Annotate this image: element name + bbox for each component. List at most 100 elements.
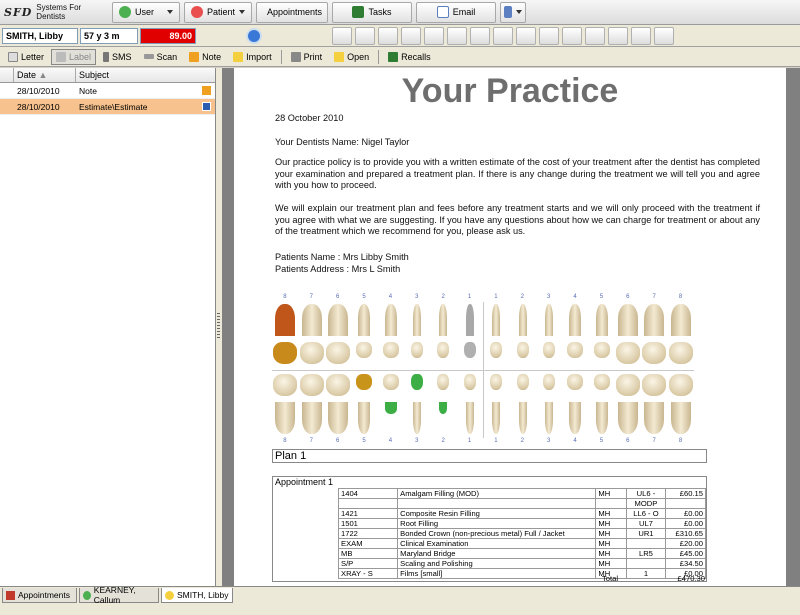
upper-tooth-occlusal[interactable] (437, 342, 450, 358)
medical-icon[interactable] (447, 26, 467, 45)
lower-tooth-side[interactable] (644, 402, 665, 434)
label-button[interactable]: Label (51, 48, 97, 65)
upper-tooth-side[interactable] (644, 304, 665, 336)
upper-tooth-side[interactable] (595, 304, 608, 336)
lower-tooth-occlusal[interactable] (490, 374, 503, 390)
upper-tooth-occlusal[interactable] (490, 342, 503, 358)
upper-tooth-occlusal[interactable] (382, 342, 399, 358)
lower-tooth-occlusal[interactable] (593, 374, 610, 390)
lower-tooth-side[interactable] (544, 402, 553, 434)
upper-tooth-side[interactable] (275, 304, 296, 336)
notes-icon[interactable] (562, 26, 582, 45)
money-icon[interactable] (516, 26, 536, 45)
note-button[interactable]: Note (184, 49, 226, 65)
list-item-selected[interactable]: 28/10/2010 Estimate\Estimate (0, 99, 215, 115)
lower-tooth-occlusal[interactable] (273, 374, 298, 396)
upper-tooth-side[interactable] (518, 304, 527, 336)
scales-icon[interactable] (493, 26, 513, 45)
upper-tooth-occlusal[interactable] (325, 342, 350, 364)
lower-tooth-occlusal[interactable] (642, 374, 667, 396)
import-button[interactable]: Import (228, 49, 277, 65)
upper-tooth-side[interactable] (327, 304, 348, 336)
tooth-chart-icon[interactable] (401, 26, 421, 45)
upper-tooth-side[interactable] (544, 304, 553, 336)
column-header-subject[interactable]: Subject (76, 68, 215, 82)
recalls-button[interactable]: Recalls (383, 49, 436, 65)
upper-tooth-side[interactable] (301, 304, 322, 336)
window-menu-button[interactable] (500, 1, 526, 23)
upper-tooth-occlusal[interactable] (668, 342, 693, 364)
alarm-clock-icon[interactable] (246, 27, 262, 44)
upper-tooth-occlusal[interactable] (411, 342, 424, 358)
tools-icon[interactable] (608, 26, 628, 45)
upper-tooth-side[interactable] (618, 304, 639, 336)
upper-tooth-occlusal[interactable] (593, 342, 610, 358)
scan-button[interactable]: Scan (139, 49, 183, 65)
upper-tooth-side[interactable] (465, 304, 474, 336)
home-icon[interactable] (332, 26, 352, 45)
tab-smith-libby[interactable]: SMITH, Libby (161, 588, 233, 603)
column-header-date[interactable]: Date ▲ (14, 68, 76, 82)
upper-tooth-occlusal[interactable] (616, 342, 641, 364)
balance-field[interactable]: 89.00 (140, 27, 196, 44)
pen-icon[interactable] (378, 26, 398, 45)
lower-tooth-side[interactable] (384, 402, 397, 414)
lower-tooth-side[interactable] (275, 402, 296, 434)
upper-tooth-side[interactable] (569, 304, 582, 336)
tasks-menu-button[interactable]: Tasks (332, 1, 412, 23)
appointments-menu-button[interactable]: Appointments (256, 1, 328, 23)
lower-tooth-side[interactable] (301, 402, 322, 434)
tab-kearney-callum[interactable]: KEARNEY, Callum (79, 585, 159, 605)
lower-tooth-side[interactable] (358, 402, 371, 434)
upper-tooth-occlusal[interactable] (273, 342, 298, 364)
print-button[interactable]: Print (286, 49, 328, 65)
lower-tooth-occlusal[interactable] (356, 374, 373, 390)
clipboard-icon[interactable] (424, 26, 444, 45)
calendar-today-icon[interactable] (654, 26, 674, 45)
upper-tooth-side[interactable] (670, 304, 691, 336)
patient-name-field[interactable]: SMITH, Libby (2, 27, 78, 44)
upper-tooth-side[interactable] (358, 304, 371, 336)
upper-tooth-side[interactable] (492, 304, 501, 336)
patient-menu-button[interactable]: Patient (184, 1, 252, 23)
lower-tooth-occlusal[interactable] (382, 374, 399, 390)
lower-tooth-side[interactable] (595, 402, 608, 434)
lower-tooth-occlusal[interactable] (437, 374, 450, 390)
attachment-icon[interactable] (470, 26, 490, 45)
lower-tooth-occlusal[interactable] (463, 374, 476, 390)
lower-tooth-side[interactable] (439, 402, 448, 414)
tab-appointments[interactable]: Appointments (2, 588, 77, 603)
calendar-icon[interactable] (355, 26, 375, 45)
upper-tooth-side[interactable] (413, 304, 422, 336)
upper-tooth-side[interactable] (439, 304, 448, 336)
lower-tooth-side[interactable] (465, 402, 474, 434)
upper-tooth-occlusal[interactable] (642, 342, 667, 364)
lower-tooth-occlusal[interactable] (567, 374, 584, 390)
lower-tooth-side[interactable] (327, 402, 348, 434)
upper-tooth-occlusal[interactable] (567, 342, 584, 358)
lower-tooth-occlusal[interactable] (542, 374, 555, 390)
lower-tooth-side[interactable] (492, 402, 501, 434)
lower-tooth-occlusal[interactable] (516, 374, 529, 390)
splitter-grip[interactable] (217, 313, 220, 339)
lower-tooth-side[interactable] (569, 402, 582, 434)
sms-button[interactable]: SMS (98, 49, 137, 65)
upper-tooth-occlusal[interactable] (463, 342, 476, 358)
user-menu-button[interactable]: User (112, 1, 180, 23)
lower-tooth-occlusal[interactable] (668, 374, 693, 396)
lower-tooth-occlusal[interactable] (299, 374, 324, 396)
lower-tooth-side[interactable] (670, 402, 691, 434)
lower-tooth-occlusal[interactable] (411, 374, 424, 390)
upper-tooth-occlusal[interactable] (299, 342, 324, 364)
books-icon[interactable] (539, 26, 559, 45)
upper-tooth-side[interactable] (384, 304, 397, 336)
lower-tooth-side[interactable] (518, 402, 527, 434)
email-menu-button[interactable]: Email (416, 1, 496, 23)
lower-tooth-occlusal[interactable] (325, 374, 350, 396)
open-button[interactable]: Open (329, 49, 374, 65)
lower-tooth-occlusal[interactable] (616, 374, 641, 396)
upper-tooth-occlusal[interactable] (542, 342, 555, 358)
layout-icon[interactable] (631, 26, 651, 45)
list-item[interactable]: 28/10/2010 Note (0, 83, 215, 99)
upper-tooth-occlusal[interactable] (356, 342, 373, 358)
